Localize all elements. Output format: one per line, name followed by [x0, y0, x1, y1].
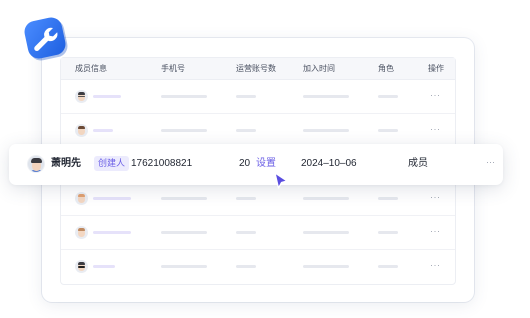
avatar	[75, 124, 88, 137]
table-row: ···	[61, 216, 455, 250]
phone-placeholder	[161, 197, 207, 200]
role-placeholder	[378, 95, 398, 98]
avatar	[75, 226, 88, 239]
phone-placeholder	[161, 265, 207, 268]
pointer-arrow-icon	[274, 172, 288, 189]
avatar	[27, 155, 45, 173]
more-actions-button[interactable]: ···	[486, 156, 495, 168]
member-role: 成员	[408, 158, 428, 169]
member-phone: 17621008821	[131, 158, 193, 169]
count-placeholder	[236, 265, 256, 268]
date-placeholder	[303, 231, 349, 234]
date-placeholder	[303, 129, 349, 132]
phone-placeholder	[161, 129, 207, 132]
creator-badge: 创建人	[94, 156, 130, 171]
count-placeholder	[236, 129, 256, 132]
table-row: ···	[61, 182, 455, 216]
table-row: ···	[61, 114, 455, 148]
date-placeholder	[303, 95, 349, 98]
account-count: 20	[239, 158, 251, 169]
date-placeholder	[303, 265, 349, 268]
count-placeholder	[236, 95, 256, 98]
header-account-count: 运营账号数	[236, 64, 276, 73]
header-actions: 操作	[428, 64, 444, 73]
name-placeholder	[93, 265, 115, 268]
count-placeholder	[236, 231, 256, 234]
name-placeholder	[93, 95, 121, 98]
table-header: 成员信息 手机号 运营账号数 加入时间 角色 操作	[61, 58, 455, 80]
date-placeholder	[303, 197, 349, 200]
name-placeholder	[93, 197, 131, 200]
role-placeholder	[378, 265, 398, 268]
header-join-time: 加入时间	[303, 64, 335, 73]
role-placeholder	[378, 129, 398, 132]
name-placeholder	[93, 231, 131, 234]
wrench-icon	[24, 17, 68, 61]
avatar	[75, 90, 88, 103]
role-placeholder	[378, 231, 398, 234]
role-placeholder	[378, 197, 398, 200]
avatar	[75, 260, 88, 273]
highlighted-member-row[interactable]: 萧明先 创建人 17621008821 20 设置 2024–10–06 成员 …	[9, 144, 503, 185]
more-actions-button[interactable]: ···	[430, 124, 441, 134]
name-placeholder	[93, 129, 113, 132]
settings-link[interactable]: 设置	[256, 158, 276, 170]
more-actions-button[interactable]: ···	[430, 260, 441, 270]
avatar	[75, 192, 88, 205]
table-row: ···	[61, 80, 455, 114]
header-role: 角色	[378, 64, 394, 73]
more-actions-button[interactable]: ···	[430, 226, 441, 236]
header-member-info: 成员信息	[75, 64, 107, 73]
phone-placeholder	[161, 95, 207, 98]
more-actions-button[interactable]: ···	[430, 192, 441, 202]
join-date: 2024–10–06	[301, 158, 357, 169]
count-placeholder	[236, 197, 256, 200]
more-actions-button[interactable]: ···	[430, 90, 441, 100]
member-name: 萧明先	[51, 158, 81, 169]
phone-placeholder	[161, 231, 207, 234]
header-phone: 手机号	[161, 64, 185, 73]
table-row: ···	[61, 250, 455, 284]
